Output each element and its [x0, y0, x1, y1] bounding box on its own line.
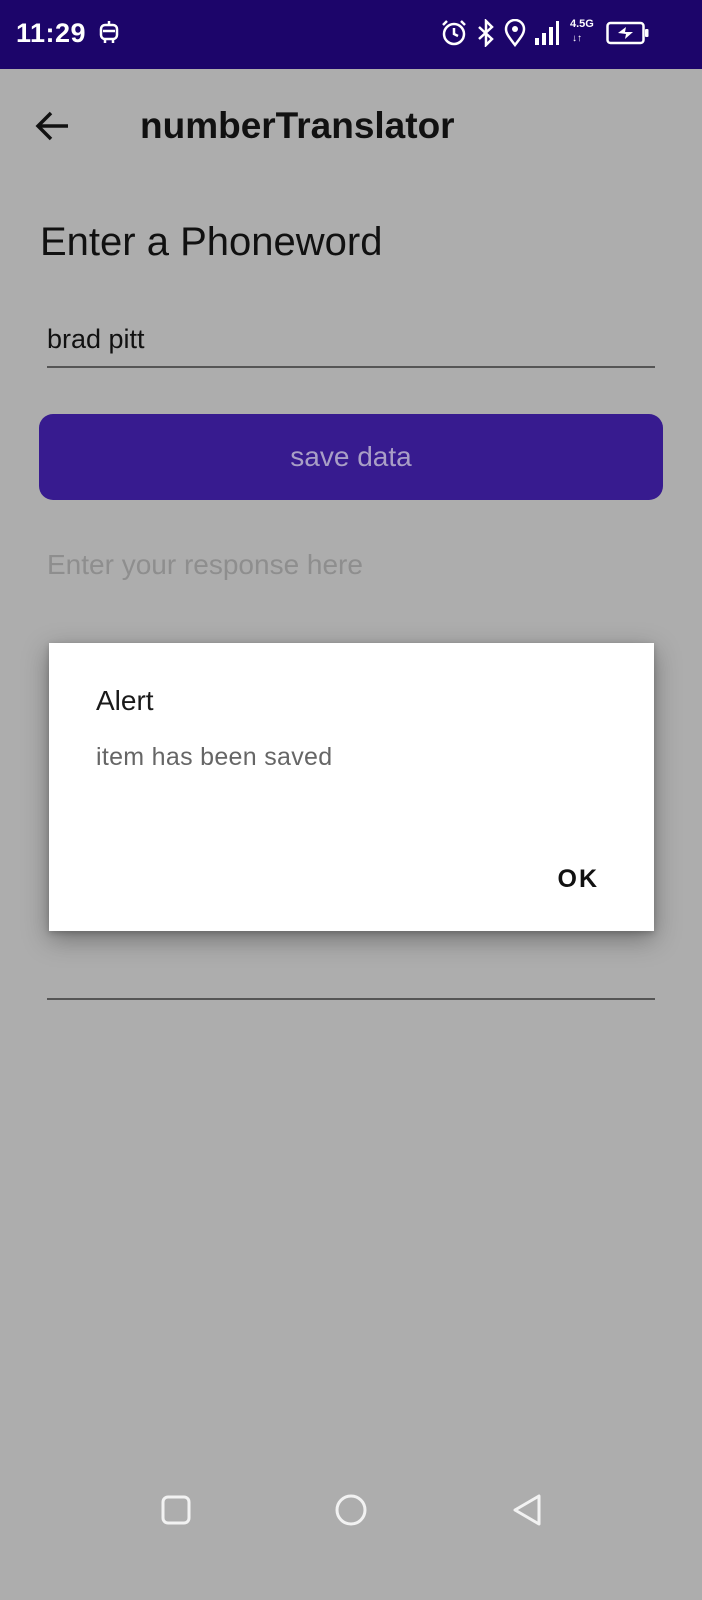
- alert-dialog: Alert item has been saved OK: [49, 643, 654, 931]
- dialog-ok-button[interactable]: OK: [558, 865, 600, 894]
- app-title: numberTranslator: [140, 105, 455, 146]
- network-type-text: 4.5G: [570, 18, 594, 30]
- save-data-button[interactable]: save data: [39, 414, 663, 500]
- arrow-back-icon: [35, 111, 71, 141]
- lower-input-underline[interactable]: [47, 950, 655, 1000]
- response-input-placeholder: Enter your response here: [47, 549, 363, 580]
- signal-icon: [534, 20, 560, 46]
- system-nav-bar: [0, 1480, 702, 1600]
- location-icon: [504, 18, 526, 48]
- robot-icon: [98, 21, 120, 52]
- phoneword-input-value: brad pitt: [47, 324, 145, 354]
- network-activity-arrows: ↓↑: [572, 33, 582, 44]
- status-bar: 11:29 4.5G ↓↑: [0, 0, 702, 69]
- response-input[interactable]: Enter your response here: [47, 549, 655, 581]
- status-time: 11:29: [16, 18, 87, 48]
- network-type-label: 4.5G ↓↑: [568, 18, 598, 48]
- back-button[interactable]: [28, 101, 78, 151]
- dialog-title: Alert: [96, 685, 154, 716]
- alarm-icon: [440, 19, 468, 47]
- recent-apps-icon[interactable]: [146, 1480, 206, 1540]
- battery-charging-icon: [606, 21, 650, 45]
- home-icon[interactable]: [321, 1480, 381, 1540]
- bluetooth-icon: [476, 17, 496, 49]
- dialog-message: item has been saved: [96, 743, 333, 771]
- save-data-button-label: save data: [290, 441, 412, 472]
- page-heading: Enter a Phoneword: [40, 220, 383, 264]
- phoneword-input[interactable]: brad pitt: [47, 318, 655, 368]
- back-icon[interactable]: [497, 1480, 557, 1540]
- app-toolbar: numberTranslator: [0, 69, 702, 183]
